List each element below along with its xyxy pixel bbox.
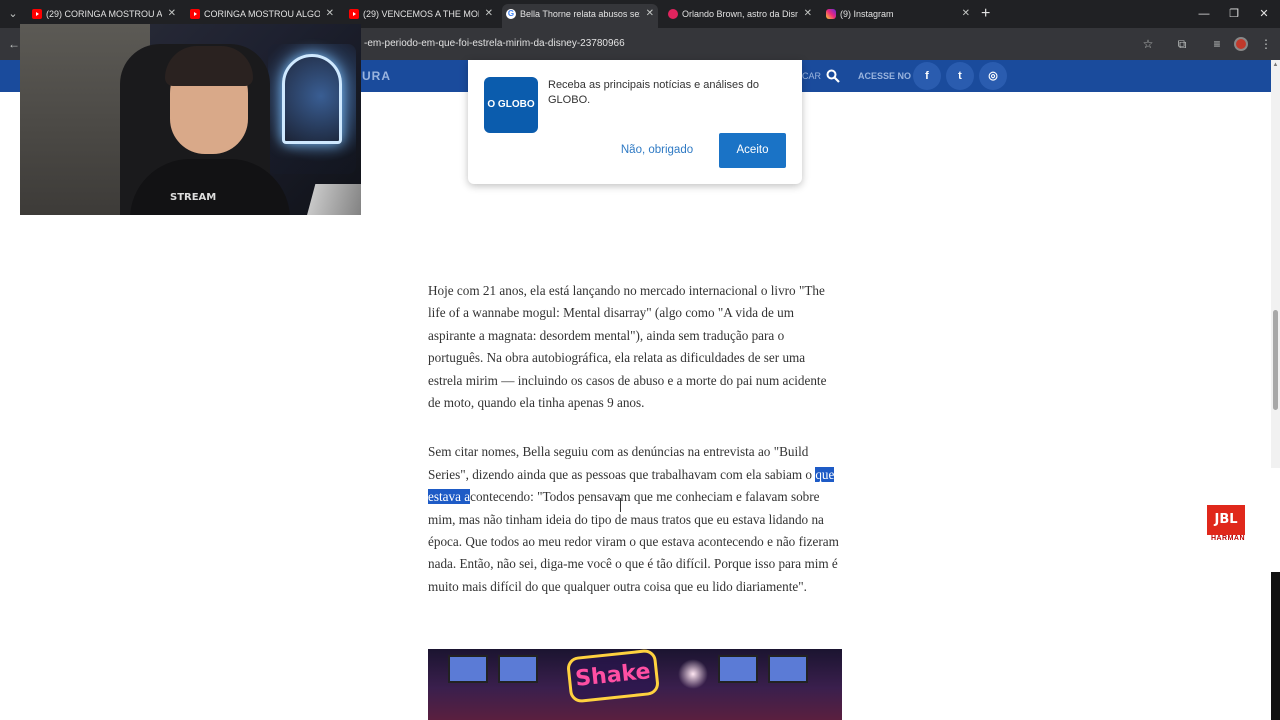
stage-screen — [448, 655, 488, 683]
section-title[interactable]: URA — [362, 60, 391, 92]
article-body: Hoje com 21 anos, ela está lançando no m… — [428, 280, 842, 625]
menu-kebab-icon[interactable]: ⋮ — [1256, 34, 1276, 54]
close-window-button[interactable]: ✕ — [1254, 4, 1274, 24]
paragraph-text: Sem citar nomes, Bella seguiu com as den… — [428, 444, 816, 482]
minimize-button[interactable]: — — [1194, 4, 1214, 24]
webcam-desk — [304, 184, 361, 215]
login-link[interactable]: ACESSE NO — [858, 60, 911, 92]
scroll-thumb[interactable] — [1273, 310, 1278, 410]
instagram-icon[interactable]: ◎ — [979, 62, 1007, 90]
webcam-overlay: STREAM — [20, 24, 361, 215]
article-photo[interactable]: Shake — [428, 649, 842, 720]
stage-light — [678, 659, 708, 689]
paragraph-text: contecendo: "Todos pensavam que me conhe… — [428, 489, 839, 594]
tab-close-icon[interactable]: ✕ — [962, 4, 970, 24]
address-bar[interactable]: -em-periodo-em-que-foi-estrela-mirim-da-… — [360, 32, 1180, 56]
notification-message: Receba as principais notícias e análises… — [548, 79, 759, 106]
harman-label: HARMAN — [1210, 535, 1246, 542]
profile-avatar[interactable] — [1234, 37, 1248, 51]
tab-title: CORINGA MOSTROU ALGO MU — [204, 9, 320, 19]
tab-close-icon[interactable]: ✕ — [646, 4, 654, 24]
tab-title: (9) Instagram — [840, 9, 894, 19]
tab-orlando-brown[interactable]: Orlando Brown, astro da Disney ✕ — [664, 4, 816, 28]
text-cursor-icon — [620, 498, 621, 512]
article-paragraph: Sem citar nomes, Bella seguiu com as den… — [428, 441, 842, 598]
scroll-up-arrow-icon[interactable]: ▲ — [1271, 62, 1280, 68]
page-scrollbar[interactable]: ▲ — [1271, 60, 1280, 468]
tab-close-icon[interactable]: ✕ — [326, 4, 334, 24]
stage-screen — [768, 655, 808, 683]
tab-title: Orlando Brown, astro da Disney — [682, 9, 798, 19]
o-globo-logo: O GLOBO — [484, 77, 538, 133]
accept-button[interactable]: Aceito — [719, 133, 786, 168]
webcam-person-hair — [165, 46, 253, 86]
screen-edge — [1271, 572, 1280, 720]
notification-prompt: O GLOBO Receba as principais notícias e … — [468, 60, 802, 184]
show-logo-sign: Shake — [565, 649, 661, 704]
site-icon — [668, 9, 678, 19]
tab-vencemos[interactable]: (29) VENCEMOS A THE MONGE ✕ — [345, 4, 497, 28]
new-tab-button[interactable]: + — [981, 4, 990, 24]
youtube-icon — [190, 9, 200, 19]
stage-screen — [498, 655, 538, 683]
search-icon[interactable] — [826, 69, 840, 83]
extensions-icon[interactable]: ⧉ — [1172, 34, 1192, 54]
google-icon: G — [506, 9, 516, 19]
youtube-icon — [32, 9, 42, 19]
tab-title: (29) CORINGA MOSTROU ALGO — [46, 9, 162, 19]
tab-close-icon[interactable]: ✕ — [168, 4, 176, 24]
tab-bella-thorne[interactable]: G Bella Thorne relata abusos sexu ✕ — [502, 4, 658, 28]
article-paragraph: Hoje com 21 anos, ela está lançando no m… — [428, 283, 827, 411]
tab-search-chevron-icon[interactable]: ⌄ — [4, 5, 22, 23]
decline-button[interactable]: Não, obrigado — [610, 132, 704, 168]
shirt-print: STREAM — [170, 192, 217, 203]
tab-title: Bella Thorne relata abusos sexu — [520, 9, 640, 19]
tab-title: (29) VENCEMOS A THE MONGE — [363, 9, 479, 19]
bookmark-star-icon[interactable]: ☆ — [1138, 34, 1158, 54]
stage-screen — [718, 655, 758, 683]
twitter-icon[interactable]: t — [946, 62, 974, 90]
tab-close-icon[interactable]: ✕ — [804, 4, 812, 24]
tab-instagram[interactable]: (9) Instagram ✕ — [822, 4, 974, 28]
search-label[interactable]: CAR — [802, 60, 821, 92]
scrollbar-gap — [1271, 468, 1280, 572]
tab-close-icon[interactable]: ✕ — [485, 4, 493, 24]
facebook-icon[interactable]: f — [913, 62, 941, 90]
youtube-icon — [349, 9, 359, 19]
media-control-icon[interactable]: ≡ — [1207, 34, 1227, 54]
instagram-icon — [826, 9, 836, 19]
webcam-neon-light — [282, 54, 342, 144]
jbl-logo[interactable]: JBL — [1207, 505, 1245, 535]
restore-button[interactable]: ❐ — [1224, 4, 1244, 24]
